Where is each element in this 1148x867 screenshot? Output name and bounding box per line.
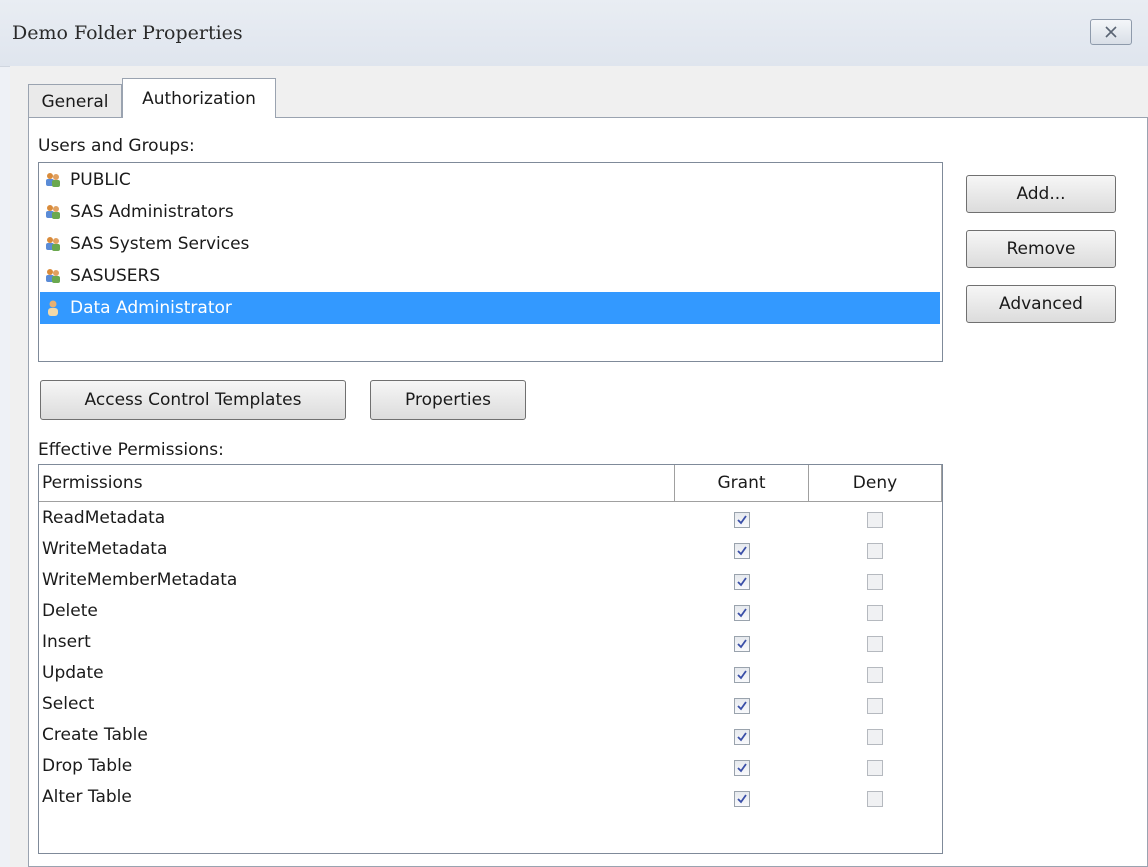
checkmark-icon xyxy=(737,670,747,680)
deny-checkbox[interactable] xyxy=(867,543,883,559)
deny-checkbox[interactable] xyxy=(867,791,883,807)
properties-dialog: Demo Folder Properties General Authoriza… xyxy=(0,0,1148,867)
checkmark-icon xyxy=(737,639,747,649)
table-row: WriteMemberMetadata xyxy=(39,567,942,598)
permission-name: Create Table xyxy=(42,725,148,745)
tab-general[interactable]: General xyxy=(28,84,122,118)
access-control-templates-label: Access Control Templates xyxy=(84,390,302,410)
deny-checkbox[interactable] xyxy=(867,667,883,683)
add-button-label: Add... xyxy=(1016,184,1066,204)
grant-checkbox[interactable] xyxy=(734,667,750,683)
user-icon xyxy=(48,300,58,316)
tab-authorization[interactable]: Authorization xyxy=(122,78,276,118)
close-button[interactable] xyxy=(1090,19,1132,45)
remove-button[interactable]: Remove xyxy=(966,230,1116,268)
permission-name: Delete xyxy=(42,601,98,621)
users-groups-label: Users and Groups: xyxy=(38,136,195,156)
table-row: Select xyxy=(39,691,942,722)
group-icon xyxy=(46,205,60,219)
remove-button-label: Remove xyxy=(1006,239,1076,259)
access-control-templates-button[interactable]: Access Control Templates xyxy=(40,380,346,420)
grant-checkbox[interactable] xyxy=(734,636,750,652)
deny-checkbox[interactable] xyxy=(867,698,883,714)
checkmark-icon xyxy=(737,732,747,742)
tab-authorization-label: Authorization xyxy=(142,88,256,109)
table-header: Permissions Grant Deny xyxy=(39,465,942,502)
users-groups-list[interactable]: PUBLIC SAS Administrators SAS System Ser… xyxy=(38,162,943,362)
column-header-grant[interactable]: Grant xyxy=(675,465,809,501)
deny-checkbox[interactable] xyxy=(867,636,883,652)
list-item-label: SAS Administrators xyxy=(70,202,234,222)
grant-checkbox[interactable] xyxy=(734,574,750,590)
checkmark-icon xyxy=(737,515,747,525)
column-header-deny[interactable]: Deny xyxy=(809,465,942,501)
permissions-table: Permissions Grant Deny ReadMetadata Write… xyxy=(38,464,943,854)
permission-name: Update xyxy=(42,663,104,683)
deny-checkbox[interactable] xyxy=(867,729,883,745)
list-item[interactable]: SAS Administrators xyxy=(40,196,940,228)
properties-button[interactable]: Properties xyxy=(370,380,526,420)
grant-checkbox[interactable] xyxy=(734,791,750,807)
list-item-label: PUBLIC xyxy=(70,170,131,190)
group-icon xyxy=(46,269,60,283)
checkmark-icon xyxy=(737,546,747,556)
list-item-label: SAS System Services xyxy=(70,234,250,254)
table-row: WriteMetadata xyxy=(39,536,942,567)
list-item-label: SASUSERS xyxy=(70,266,161,286)
list-item[interactable]: PUBLIC xyxy=(40,164,940,196)
effective-permissions-label: Effective Permissions: xyxy=(38,440,224,460)
grant-checkbox[interactable] xyxy=(734,698,750,714)
permission-name: Drop Table xyxy=(42,756,133,776)
grant-checkbox[interactable] xyxy=(734,512,750,528)
deny-checkbox[interactable] xyxy=(867,512,883,528)
table-row: Update xyxy=(39,660,942,691)
table-row: Insert xyxy=(39,629,942,660)
table-row: ReadMetadata xyxy=(39,505,942,536)
deny-checkbox[interactable] xyxy=(867,760,883,776)
grant-checkbox[interactable] xyxy=(734,605,750,621)
group-icon xyxy=(46,237,60,251)
list-item[interactable]: SASUSERS xyxy=(40,260,940,292)
checkmark-icon xyxy=(737,701,747,711)
table-row: Delete xyxy=(39,598,942,629)
advanced-button[interactable]: Advanced xyxy=(966,285,1116,323)
checkmark-icon xyxy=(737,794,747,804)
permission-name: ReadMetadata xyxy=(42,508,166,528)
column-header-permissions[interactable]: Permissions xyxy=(39,465,675,501)
close-icon xyxy=(1105,26,1117,38)
checkmark-icon xyxy=(737,608,747,618)
grant-checkbox[interactable] xyxy=(734,760,750,776)
table-row: Alter Table xyxy=(39,784,942,815)
grant-checkbox[interactable] xyxy=(734,729,750,745)
window-title: Demo Folder Properties xyxy=(12,22,243,44)
permission-name: WriteMemberMetadata xyxy=(42,570,238,590)
permission-name: Insert xyxy=(42,632,91,652)
properties-button-label: Properties xyxy=(405,390,491,410)
tab-general-label: General xyxy=(41,91,109,112)
group-icon xyxy=(46,173,60,187)
advanced-button-label: Advanced xyxy=(999,294,1083,314)
permission-name: WriteMetadata xyxy=(42,539,168,559)
deny-checkbox[interactable] xyxy=(867,605,883,621)
permission-name: Alter Table xyxy=(42,787,132,807)
list-item[interactable]: SAS System Services xyxy=(40,228,940,260)
checkmark-icon xyxy=(737,577,747,587)
checkmark-icon xyxy=(737,763,747,773)
add-button[interactable]: Add... xyxy=(966,175,1116,213)
title-bar[interactable]: Demo Folder Properties xyxy=(0,0,1148,67)
permission-name: Select xyxy=(42,694,95,714)
list-item-label: Data Administrator xyxy=(70,298,232,318)
table-row: Create Table xyxy=(39,722,942,753)
table-row: Drop Table xyxy=(39,753,942,784)
deny-checkbox[interactable] xyxy=(867,574,883,590)
grant-checkbox[interactable] xyxy=(734,543,750,559)
list-item-selected[interactable]: Data Administrator xyxy=(40,292,940,324)
